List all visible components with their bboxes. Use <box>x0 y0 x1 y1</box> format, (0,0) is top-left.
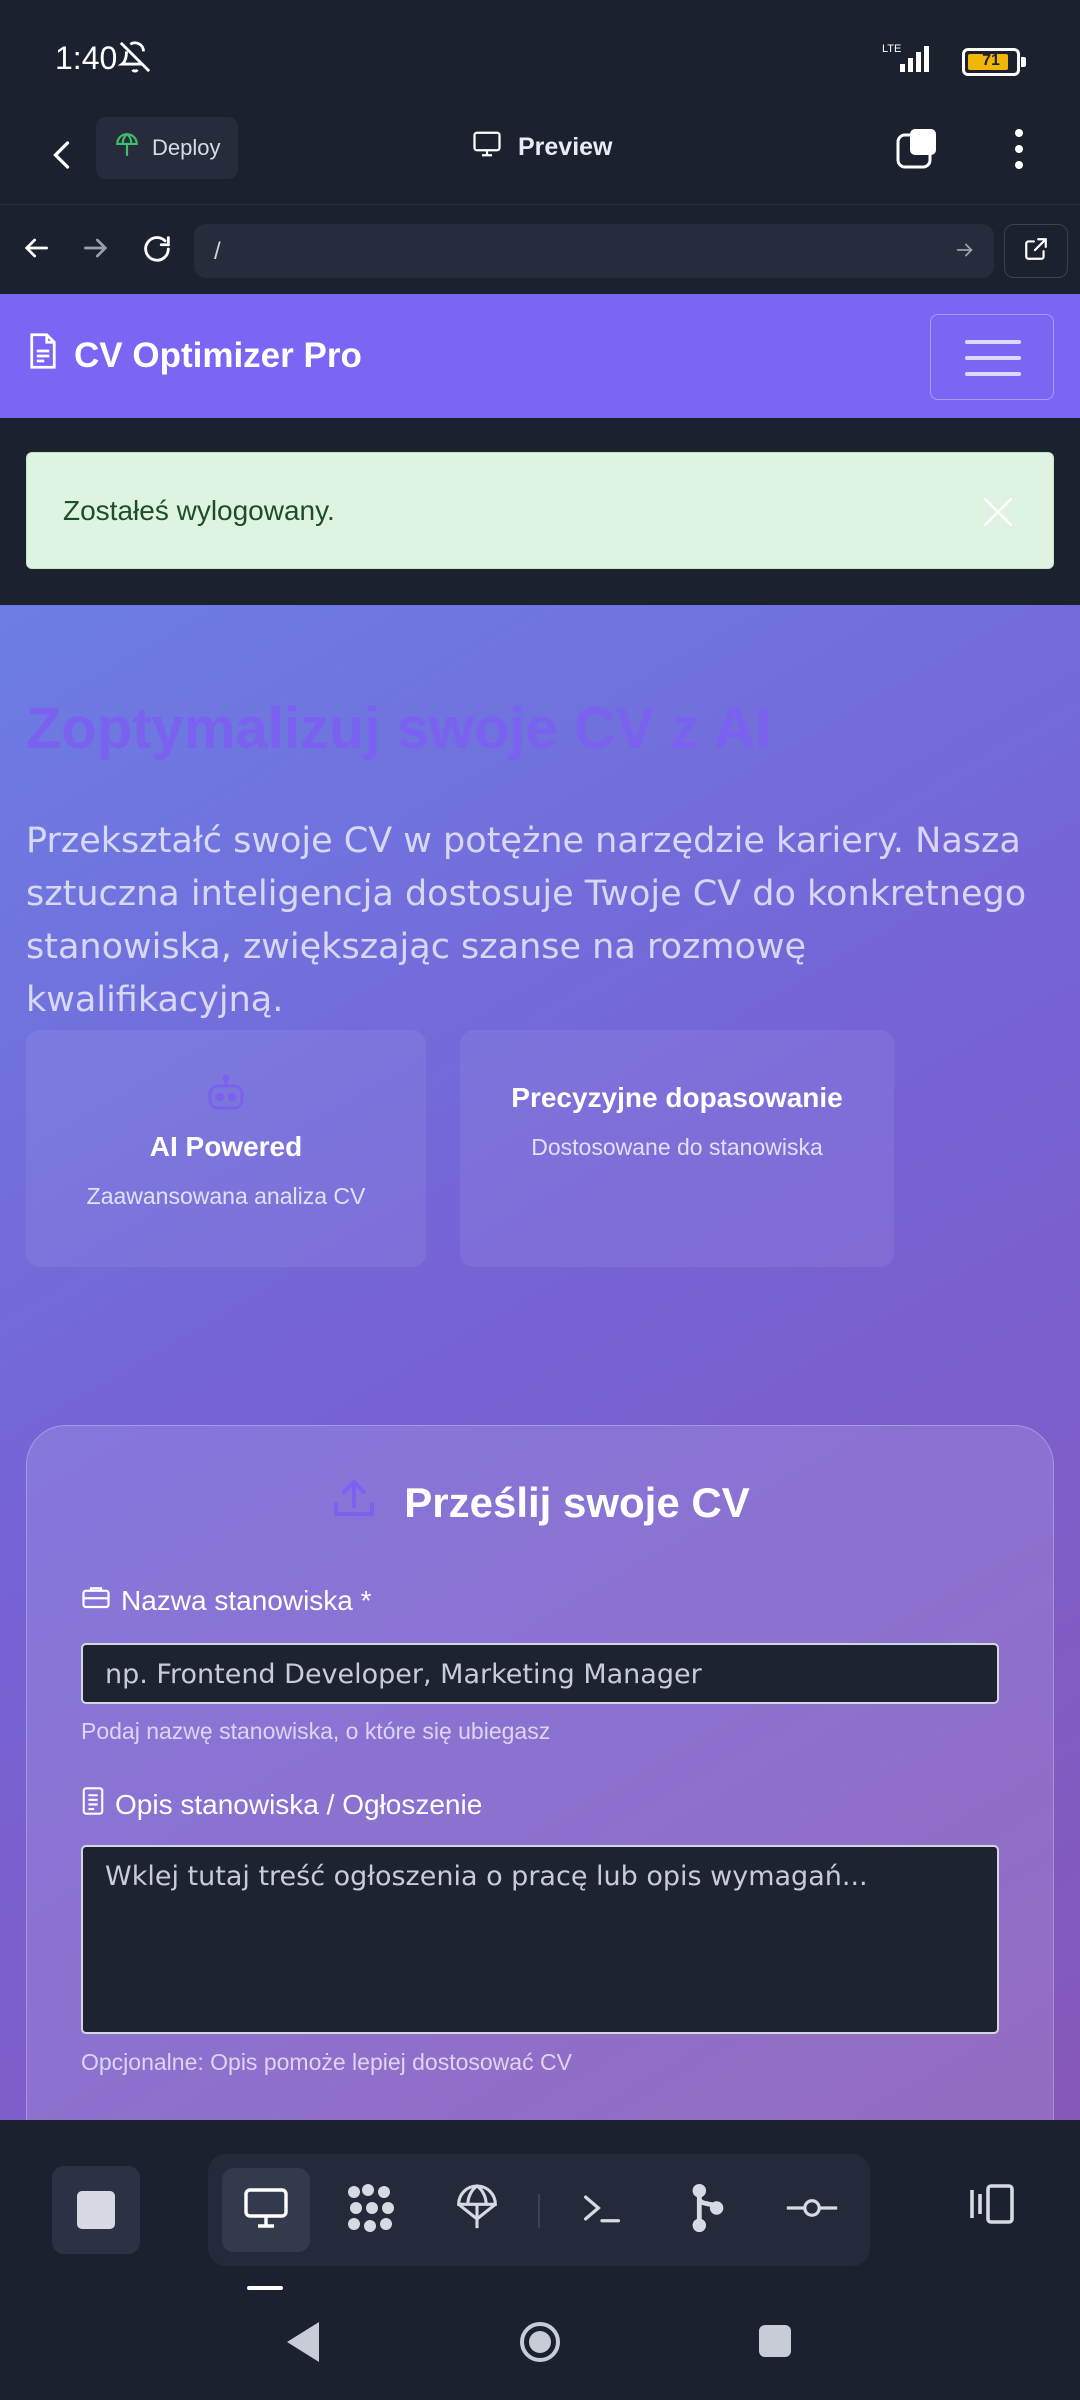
description-label: Opis stanowiska / Ogłoszenie <box>81 1786 482 1823</box>
job-title-label: Nazwa stanowiska * <box>81 1584 372 1617</box>
alert-message: Zostałeś wylogowany. <box>63 495 335 526</box>
more-menu-icon[interactable] <box>1013 127 1025 176</box>
back-icon[interactable] <box>45 133 81 182</box>
clock: 1:40 <box>55 40 118 76</box>
job-title-help: Podaj nazwę stanowiska, o które się ubie… <box>81 1718 551 1744</box>
deploy-icon <box>114 132 140 164</box>
signal-icon: LTE <box>880 40 940 79</box>
browser-back-icon[interactable] <box>20 232 52 269</box>
upload-card: Prześlij swoje CV Nazwa stanowiska * np.… <box>26 1425 1054 2120</box>
site-brand[interactable]: CV Optimizer Pro <box>28 332 362 379</box>
hero-title: Zoptymalizuj swoje CV z AI <box>26 696 772 761</box>
logout-alert: Zostałeś wylogowany. <box>26 452 1054 569</box>
commit-tool-button[interactable] <box>768 2168 856 2252</box>
stop-icon <box>77 2191 115 2229</box>
robot-icon <box>26 1074 426 1119</box>
preview-tool-button[interactable] <box>222 2168 310 2252</box>
url-text: / <box>214 238 221 265</box>
description-textarea[interactable]: Wklej tutaj treść ogłoszenia o pracę lub… <box>81 1845 999 2034</box>
hero-lead: Przekształć swoje CV w potężne narzędzie… <box>26 821 1027 1020</box>
status-bar: 1:40 LTE 71 <box>0 0 1080 120</box>
toolbar-separator <box>538 2194 540 2228</box>
commit-icon <box>785 2193 839 2228</box>
job-title-placeholder: np. Frontend Developer, Marketing Manage… <box>105 1659 702 1690</box>
battery-icon: 71 <box>962 48 1026 76</box>
feature-card-precision: Precyzyjne dopasowanie Dostosowane do st… <box>460 1030 894 1267</box>
cluster-icon <box>344 2182 400 2239</box>
svg-text:LTE: LTE <box>882 43 901 55</box>
tool-group <box>208 2154 870 2266</box>
preview-tab[interactable]: Preview <box>470 129 613 166</box>
app-header: Deploy Preview <box>0 105 1080 205</box>
parachute-icon <box>455 2183 499 2237</box>
upload-icon <box>330 1476 378 1530</box>
layout-toggle-icon[interactable] <box>966 2182 1018 2231</box>
nav-back-icon[interactable] <box>285 2320 323 2369</box>
open-external-button[interactable] <box>1004 224 1068 278</box>
briefcase-icon <box>81 1584 111 1617</box>
upload-card-title: Prześlij swoje CV <box>27 1476 1053 1530</box>
feature-card-ai: AI Powered Zaawansowana analiza CV <box>26 1030 426 1267</box>
preview-label: Preview <box>518 133 613 161</box>
monitor-icon <box>470 129 504 166</box>
stop-button[interactable] <box>52 2166 140 2254</box>
deploy-label: Deploy <box>152 135 221 160</box>
system-navigation-bar <box>0 2290 1080 2400</box>
job-title-input[interactable]: np. Frontend Developer, Marketing Manage… <box>81 1643 999 1704</box>
deploy-button[interactable]: Deploy <box>96 117 238 179</box>
notes-icon <box>81 1786 105 1823</box>
external-link-icon <box>1023 236 1049 267</box>
description-placeholder: Wklej tutaj treść ogłoszenia o pracę lub… <box>105 1861 868 1892</box>
console-tool-button[interactable] <box>558 2168 646 2252</box>
feature-title: Precyzyjne dopasowanie <box>511 1082 843 1113</box>
deploy-tool-button[interactable] <box>433 2168 521 2252</box>
tabs-icon[interactable] <box>896 127 940 176</box>
browser-toolbar: / <box>0 206 1080 294</box>
bell-muted-icon <box>117 40 152 79</box>
brand-name: CV Optimizer Pro <box>74 335 362 375</box>
feature-subtitle: Dostosowane do stanowiska <box>531 1134 823 1160</box>
go-arrow-icon[interactable] <box>954 239 976 268</box>
alert-section: Zostałeś wylogowany. <box>0 418 1080 605</box>
terminal-icon <box>580 2188 624 2233</box>
feature-title: AI Powered <box>149 1131 303 1162</box>
feature-subtitle: Zaawansowana analiza CV <box>86 1183 366 1209</box>
browser-forward-icon[interactable] <box>80 232 112 269</box>
grid-tool-button[interactable] <box>328 2168 416 2252</box>
reload-icon[interactable] <box>140 232 174 271</box>
nav-home-icon[interactable] <box>518 2320 562 2369</box>
site-navbar: CV Optimizer Pro <box>0 294 1080 418</box>
url-input[interactable]: / <box>194 224 994 278</box>
hero-section: Zoptymalizuj swoje CV z AI Przekształć s… <box>0 605 1080 2120</box>
document-icon <box>28 332 58 379</box>
git-tool-button[interactable] <box>663 2168 751 2252</box>
close-icon[interactable] <box>979 493 1017 536</box>
ide-bottom-toolbar <box>0 2120 1080 2290</box>
monitor-icon <box>242 2186 290 2235</box>
branch-icon <box>687 2183 727 2238</box>
navbar-toggler-button[interactable] <box>930 314 1054 400</box>
nav-recents-icon[interactable] <box>758 2324 792 2363</box>
description-help: Opcjonalne: Opis pomoże lepiej dostosowa… <box>81 2049 572 2075</box>
